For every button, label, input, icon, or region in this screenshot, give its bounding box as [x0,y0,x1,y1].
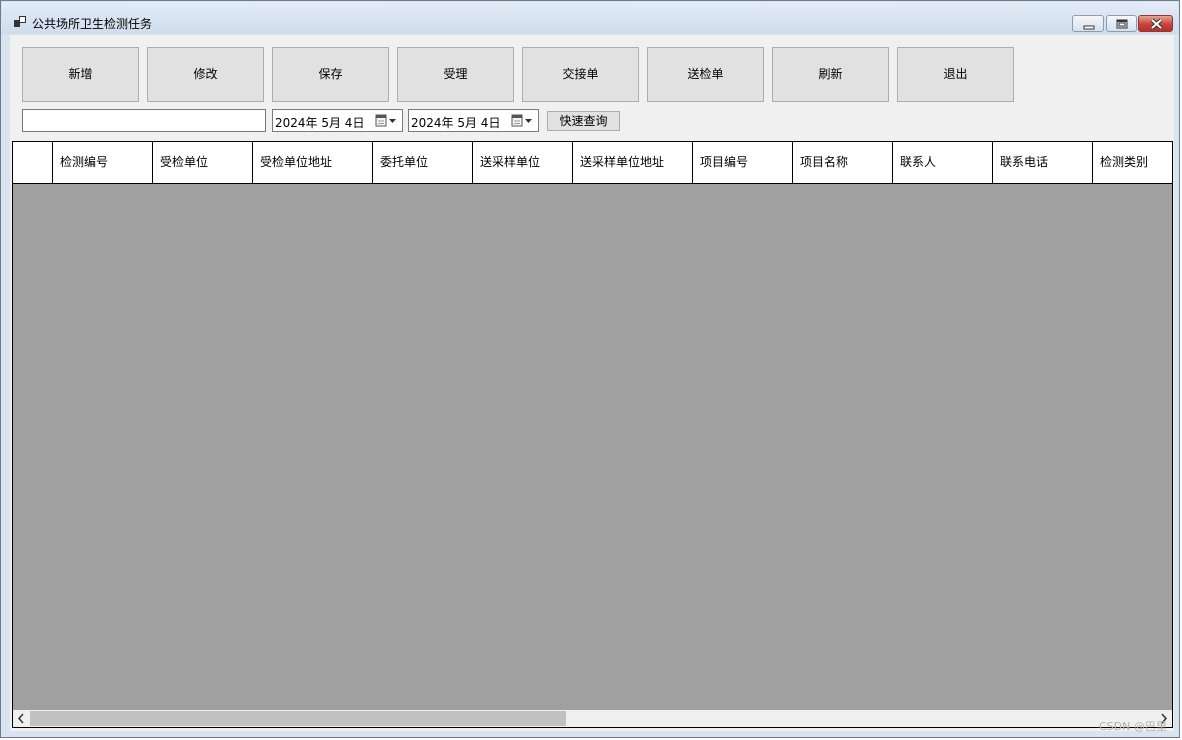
window-title: 公共场所卫生检测任务 [32,17,153,31]
save-button[interactable]: 保存 [272,47,389,102]
close-icon [1150,18,1163,30]
maximize-icon [1116,19,1128,29]
app-icon [14,16,26,27]
accept-button[interactable]: 受理 [397,47,514,102]
inspection-sheet-button[interactable]: 送检单 [647,47,764,102]
column-header-phone[interactable]: 联系电话 [993,142,1093,183]
column-header-sampling-unit[interactable]: 送采样单位 [473,142,573,183]
date-from-picker[interactable]: 2024年 5月 4日 [272,109,403,132]
refresh-button[interactable]: 刷新 [772,47,889,102]
column-header-contact[interactable]: 联系人 [893,142,993,183]
minimize-button[interactable] [1072,15,1104,32]
app-window: 公共场所卫生检测任务 新增 修改 保存 受理 交接单 送检单 刷新 退出 202… [0,0,1180,738]
date-to-picker[interactable]: 2024年 5月 4日 [408,109,539,132]
client-area: 新增 修改 保存 受理 交接单 送检单 刷新 退出 2024年 5月 4日 20… [10,35,1174,731]
watermark-text: CSDN @巴里 [1099,720,1167,733]
column-header-client-unit[interactable]: 委托单位 [373,142,473,183]
column-header-inspected-unit[interactable]: 受检单位 [153,142,253,183]
arrow-left-icon[interactable] [13,710,30,727]
maximize-button[interactable] [1106,15,1137,32]
minimize-icon [1083,25,1095,30]
data-grid[interactable]: 检测编号 受检单位 受检单位地址 委托单位 送采样单位 送采样单位地址 项目编号… [12,141,1173,728]
handover-sheet-button[interactable]: 交接单 [522,47,639,102]
exit-button[interactable]: 退出 [897,47,1014,102]
column-header-inspected-unit-address[interactable]: 受检单位地址 [253,142,373,183]
column-header-test-number[interactable]: 检测编号 [53,142,153,183]
date-from-value: 2024年 5月 4日 [275,116,365,130]
row-header-corner[interactable] [13,142,53,183]
scrollbar-thumb[interactable] [30,711,566,726]
edit-button[interactable]: 修改 [147,47,264,102]
close-button[interactable] [1138,15,1173,32]
add-button[interactable]: 新增 [22,47,139,102]
quick-query-button[interactable]: 快速查询 [547,111,620,131]
column-header-project-name[interactable]: 项目名称 [793,142,893,183]
search-input[interactable] [22,109,266,132]
grid-header: 检测编号 受检单位 受检单位地址 委托单位 送采样单位 送采样单位地址 项目编号… [13,142,1172,184]
column-header-test-category[interactable]: 检测类别 [1093,142,1172,183]
date-to-value: 2024年 5月 4日 [411,116,501,130]
column-header-sampling-unit-address[interactable]: 送采样单位地址 [573,142,693,183]
column-header-project-number[interactable]: 项目编号 [693,142,793,183]
horizontal-scrollbar[interactable] [13,710,1172,727]
calendar-icon [511,114,532,127]
title-bar[interactable]: 公共场所卫生检测任务 [2,2,1178,34]
calendar-icon [375,114,396,127]
